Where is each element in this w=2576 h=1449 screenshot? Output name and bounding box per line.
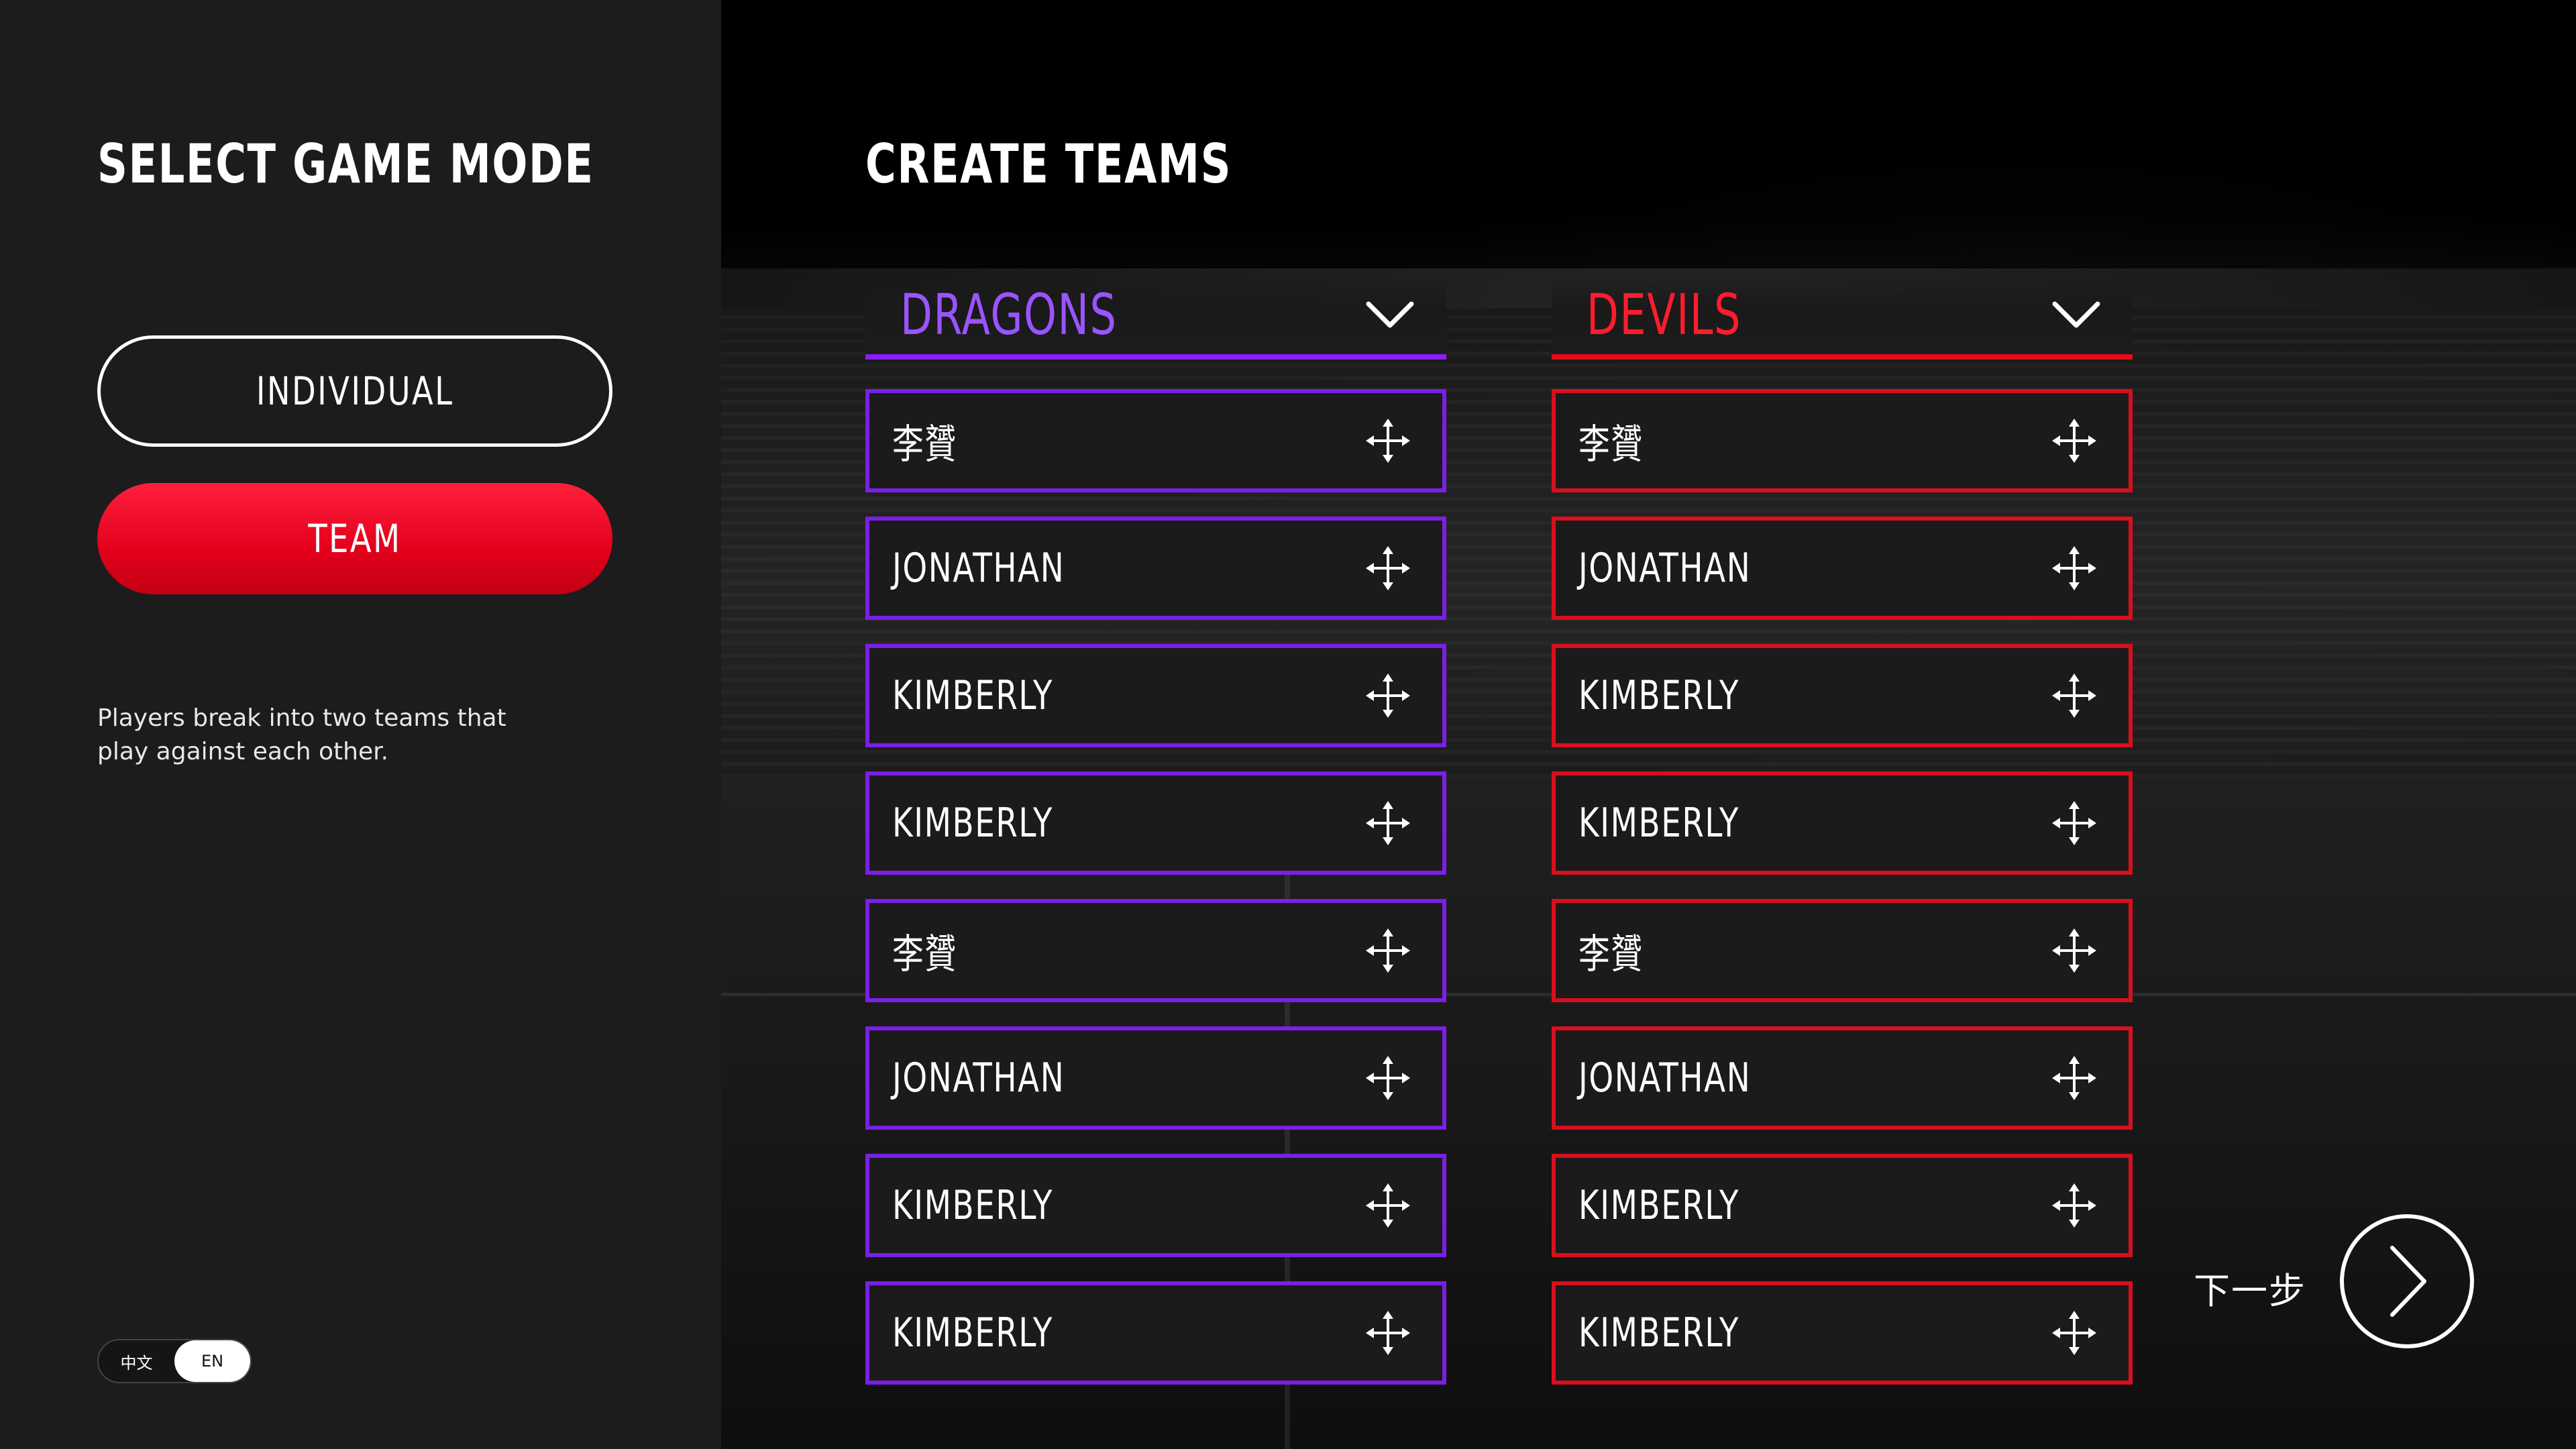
player-name: KIMBERLY	[892, 672, 1053, 719]
move-icon[interactable]	[2052, 928, 2096, 973]
team-column-devils: DEVILS 李贇 JONATHAN KIMBERLY KIMBERLY 李贇 …	[1552, 275, 2135, 1409]
mode-description: Players break into two teams that play a…	[97, 704, 506, 765]
player-card[interactable]: JONATHAN	[865, 517, 1446, 620]
player-card[interactable]: 李贇	[865, 389, 1446, 492]
team-name: DRAGONS	[900, 282, 1118, 347]
language-option-chinese[interactable]: 中文	[99, 1340, 174, 1382]
player-card[interactable]: KIMBERLY	[865, 1154, 1446, 1257]
player-card[interactable]: 李贇	[1552, 389, 2133, 492]
player-card[interactable]: KIMBERLY	[1552, 771, 2133, 875]
panel-title: SELECT GAME MODE	[97, 133, 594, 195]
player-list-devils: 李贇 JONATHAN KIMBERLY KIMBERLY 李贇 JONATHA…	[1552, 389, 2135, 1385]
player-name: JONATHAN	[1578, 1055, 1752, 1102]
player-card[interactable]: KIMBERLY	[1552, 1154, 2133, 1257]
team-mode-label: TEAM	[308, 516, 402, 561]
player-card[interactable]: KIMBERLY	[865, 644, 1446, 747]
team-dropdown-devils[interactable]: DEVILS	[1552, 275, 2133, 360]
move-icon[interactable]	[2052, 419, 2096, 463]
move-icon[interactable]	[2052, 801, 2096, 845]
language-toggle[interactable]: 中文 EN	[97, 1339, 252, 1383]
team-column-dragons: DRAGONS 李贇 JONATHAN KIMBERLY KIMBERLY 李贇…	[865, 275, 1449, 1409]
player-name: 李贇	[892, 930, 957, 978]
next-step-button[interactable]	[2340, 1214, 2474, 1348]
player-name: KIMBERLY	[1578, 800, 1739, 847]
move-icon[interactable]	[1366, 1183, 1410, 1228]
player-card[interactable]: KIMBERLY	[865, 1281, 1446, 1385]
player-card[interactable]: 李贇	[865, 899, 1446, 1002]
player-name: 李贇	[1578, 421, 1644, 468]
team-name: DEVILS	[1587, 282, 1741, 347]
move-icon[interactable]	[1366, 1311, 1410, 1355]
player-card[interactable]: KIMBERLY	[1552, 1281, 2133, 1385]
move-icon[interactable]	[2052, 1311, 2096, 1355]
move-icon[interactable]	[1366, 674, 1410, 718]
player-name: KIMBERLY	[1578, 672, 1739, 719]
language-option-english[interactable]: EN	[174, 1340, 250, 1382]
team-dropdown-dragons[interactable]: DRAGONS	[865, 275, 1446, 360]
player-list-dragons: 李贇 JONATHAN KIMBERLY KIMBERLY 李贇 JONATHA…	[865, 389, 1449, 1385]
move-icon[interactable]	[2052, 1183, 2096, 1228]
move-icon[interactable]	[1366, 1056, 1410, 1100]
player-card[interactable]: KIMBERLY	[865, 771, 1446, 875]
player-name: 李贇	[1578, 930, 1644, 978]
player-name: KIMBERLY	[892, 800, 1053, 847]
player-name: KIMBERLY	[1578, 1182, 1739, 1229]
player-name: JONATHAN	[892, 545, 1065, 592]
player-name: KIMBERLY	[892, 1309, 1053, 1356]
move-icon[interactable]	[1366, 801, 1410, 845]
player-card[interactable]: KIMBERLY	[1552, 644, 2133, 747]
move-icon[interactable]	[1366, 546, 1410, 590]
team-mode-button[interactable]: TEAM	[97, 483, 612, 594]
create-teams-title: CREATE TEAMS	[865, 133, 1232, 195]
player-name: JONATHAN	[1578, 545, 1752, 592]
chevron-right-icon	[2390, 1246, 2426, 1317]
chevron-down-icon	[2052, 301, 2100, 328]
move-icon[interactable]	[2052, 546, 2096, 590]
game-mode-panel: SELECT GAME MODE INDIVIDUAL TEAM Players…	[0, 0, 721, 1449]
move-icon[interactable]	[1366, 419, 1410, 463]
next-step-label: 下一步	[2194, 1270, 2306, 1312]
move-icon[interactable]	[1366, 928, 1410, 973]
individual-mode-label: INDIVIDUAL	[256, 368, 454, 414]
player-card[interactable]: 李贇	[1552, 899, 2133, 1002]
move-icon[interactable]	[2052, 674, 2096, 718]
player-name: KIMBERLY	[892, 1182, 1053, 1229]
chevron-down-icon	[1366, 301, 1414, 328]
player-card[interactable]: JONATHAN	[1552, 1026, 2133, 1130]
move-icon[interactable]	[2052, 1056, 2096, 1100]
player-name: JONATHAN	[892, 1055, 1065, 1102]
player-name: KIMBERLY	[1578, 1309, 1739, 1356]
individual-mode-button[interactable]: INDIVIDUAL	[97, 335, 612, 447]
player-card[interactable]: JONATHAN	[1552, 517, 2133, 620]
player-card[interactable]: JONATHAN	[865, 1026, 1446, 1130]
player-name: 李贇	[892, 421, 957, 468]
